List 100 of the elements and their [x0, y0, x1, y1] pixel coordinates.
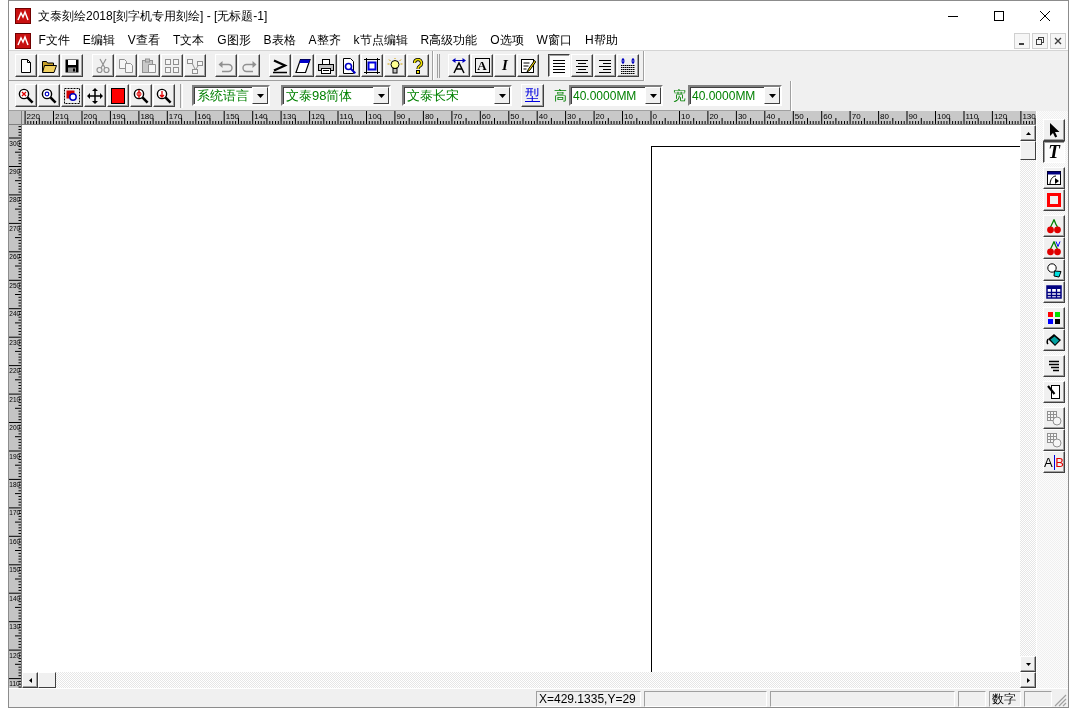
text-spacing-icon	[451, 57, 467, 74]
toolbar-button[interactable]	[269, 54, 291, 77]
tool-button[interactable]	[1043, 381, 1065, 403]
slanted-page-icon	[295, 57, 311, 74]
fill-tool-button[interactable]	[1043, 329, 1065, 351]
frame-icon	[364, 57, 380, 74]
menu-item[interactable]: O选项	[483, 32, 531, 49]
minimize-button[interactable]	[1014, 32, 1030, 49]
table-tool-button[interactable]	[1043, 281, 1065, 303]
toolbar-button[interactable]	[292, 54, 314, 77]
dropdown-button[interactable]	[645, 87, 661, 104]
height-dropdown[interactable]: 40.0000MM	[569, 85, 663, 106]
menu-item[interactable]: T文本	[166, 32, 211, 49]
font-dropdown[interactable]: 文泰98简体	[281, 85, 391, 106]
rectangle-tool-button[interactable]	[1043, 189, 1065, 211]
window-title: 文泰刻绘2018[刻字机专用刻绘] - [无标题-1]	[38, 7, 268, 25]
menu-item[interactable]: B表格	[257, 32, 303, 49]
align-justify-button[interactable]	[548, 54, 570, 77]
font-dropdown[interactable]: 文泰长宋	[402, 85, 512, 106]
print-preview-button[interactable]	[338, 54, 360, 77]
ruler-label: 10	[681, 112, 690, 121]
restore-button[interactable]	[1032, 32, 1048, 49]
ruler-label: 20	[709, 112, 719, 121]
width-dropdown[interactable]: 40.0000MM	[688, 85, 782, 106]
checker-circle-icon	[1046, 410, 1062, 426]
ruler-label: 90	[908, 112, 918, 121]
zoom-in-button[interactable]	[15, 84, 37, 107]
toolbar-button[interactable]	[448, 54, 470, 77]
dropdown-button[interactable]	[494, 87, 510, 104]
select-tool-button[interactable]	[1043, 119, 1065, 141]
dropdown-button[interactable]	[252, 87, 268, 104]
color-button[interactable]	[107, 84, 129, 107]
toolbar-button[interactable]	[361, 54, 383, 77]
copy-icon	[118, 57, 134, 74]
ruler-label: 40	[766, 112, 776, 121]
tool-button[interactable]	[1043, 307, 1065, 329]
menu-item[interactable]: E编辑	[76, 32, 122, 49]
scroll-down-button[interactable]	[1020, 656, 1036, 672]
caret-icon	[377, 93, 385, 98]
close-button[interactable]	[1050, 32, 1066, 49]
color-swatch-icon	[110, 87, 126, 104]
menu-item[interactable]: W窗口	[530, 32, 579, 49]
tool-button[interactable]	[1043, 167, 1065, 189]
tool-button[interactable]	[1043, 237, 1065, 259]
scroll-up-button[interactable]	[1020, 125, 1036, 141]
zoom-button[interactable]	[153, 84, 175, 107]
print-button[interactable]	[315, 54, 337, 77]
tool-button[interactable]: A B	[1043, 451, 1065, 473]
menu-item[interactable]: F文件	[32, 32, 77, 49]
color-grid-icon	[1046, 310, 1062, 326]
status-panel	[1024, 690, 1052, 707]
ruler-label: 40	[538, 112, 548, 121]
zoom-frame-button[interactable]	[61, 84, 83, 107]
pan-button[interactable]	[84, 84, 106, 107]
ruler-label: 190	[111, 112, 126, 121]
scroll-thumb[interactable]	[38, 672, 56, 688]
tool-button[interactable]	[1043, 355, 1065, 377]
toolbar-button[interactable]	[384, 54, 406, 77]
ruler-label: 100	[937, 112, 951, 121]
text-tool-button[interactable]: T	[1043, 141, 1065, 163]
menu-item[interactable]: H帮助	[578, 32, 625, 49]
save-button[interactable]	[61, 54, 83, 77]
scroll-right-button[interactable]	[1020, 672, 1036, 688]
align-center-button[interactable]	[571, 54, 593, 77]
menu-item[interactable]: A整齐	[302, 32, 348, 49]
scroll-thumb[interactable]	[1020, 141, 1036, 160]
grid-boxes-icon	[164, 57, 180, 74]
edit-button[interactable]	[517, 54, 539, 77]
menu-item[interactable]: R高级功能	[414, 32, 484, 49]
cherries-icon	[1046, 240, 1062, 256]
style-button[interactable]: 型	[521, 84, 544, 107]
new-button[interactable]	[15, 54, 37, 77]
horizontal-scrollbar[interactable]	[22, 672, 1036, 688]
tool-button[interactable]	[1043, 215, 1065, 237]
open-button[interactable]	[38, 54, 60, 77]
scroll-left-button[interactable]	[22, 672, 38, 688]
line-spacing-button[interactable]	[617, 54, 639, 77]
page-slash-icon	[1046, 384, 1062, 400]
ruler-label: 50	[794, 112, 804, 121]
vertical-scrollbar[interactable]	[1020, 125, 1036, 672]
italic-button[interactable]: I	[494, 54, 516, 77]
align-center-icon	[574, 57, 590, 74]
scattered-boxes-icon	[187, 57, 203, 74]
magnifier-icon	[41, 87, 57, 104]
text-lines-icon	[1046, 358, 1062, 374]
tool-button[interactable]	[1043, 259, 1065, 281]
num-lock-indicator: 数字	[989, 690, 1021, 707]
ruler-label: 60	[823, 112, 833, 121]
help-button[interactable]	[407, 54, 429, 77]
menu-item[interactable]: V查看	[121, 32, 167, 49]
page-magnifier-icon	[341, 57, 357, 74]
dropdown-button[interactable]	[764, 87, 780, 104]
zoom-button[interactable]	[38, 84, 60, 107]
dropdown-button[interactable]	[373, 87, 389, 104]
menu-item[interactable]: k节点编辑	[347, 32, 415, 49]
language-dropdown[interactable]: 系统语言	[192, 85, 270, 106]
menu-item[interactable]: G图形	[210, 32, 258, 49]
align-right-button[interactable]	[594, 54, 616, 77]
zoom-button[interactable]	[130, 84, 152, 107]
font-button[interactable]: A	[471, 54, 493, 77]
